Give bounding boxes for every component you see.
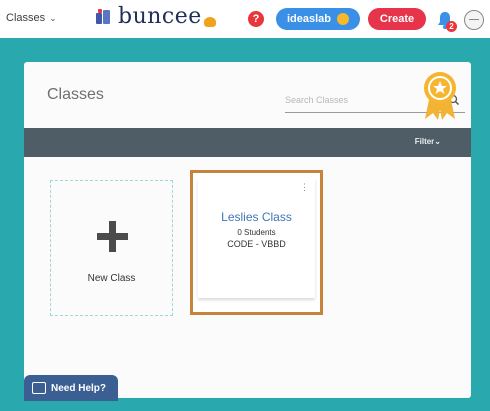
plus-icon [97,221,128,252]
classes-menu-label: Classes [6,12,46,24]
ideaslab-button[interactable]: ideaslab [276,8,360,30]
classes-panel: Classes Filter⌄ New Class [24,62,471,398]
filter-label: Filter [414,137,435,146]
page-title: Classes [47,86,104,103]
notification-count-badge: 2 [446,21,457,32]
achievement-ribbon-icon[interactable] [421,69,459,121]
top-navigation-bar: Classes ⌄ buncee ? ideaslab Create 2 [0,0,490,39]
create-button[interactable]: Create [368,8,426,30]
classes-menu-dropdown[interactable]: Classes ⌄ [6,12,57,24]
help-question-icon[interactable]: ? [248,11,264,27]
class-student-count: 0 Students [237,228,276,237]
class-code: CODE - VBBD [227,239,286,249]
ideaslab-label: ideaslab [286,13,332,25]
chat-bubble-icon [32,382,46,394]
class-card[interactable]: ⋮ Leslies Class 0 Students CODE - VBBD [190,170,323,315]
new-class-label: New Class [87,273,136,284]
buncee-wordmark: buncee [118,4,202,29]
lightbulb-icon [337,13,350,25]
filter-dropdown[interactable]: Filter⌄ [415,137,441,146]
chevron-down-icon: ⌄ [434,137,441,146]
chevron-down-icon: ⌄ [49,12,57,23]
new-class-card[interactable]: New Class [50,180,173,316]
more-options-icon[interactable]: ⋮ [300,183,309,192]
user-avatar[interactable] [464,10,484,30]
buncee-logo[interactable]: buncee [94,4,216,29]
class-card-body: ⋮ Leslies Class 0 Students CODE - VBBD [198,178,315,298]
need-help-label: Need Help? [51,382,107,394]
buncee-logo-dot-icon [203,16,216,27]
filter-bar: Filter⌄ [24,128,471,157]
main-content-area: Classes Filter⌄ New Class [0,38,490,411]
search-input[interactable] [285,90,435,110]
buncee-logo-mark-icon [96,8,110,24]
need-help-button[interactable]: Need Help? [24,375,118,401]
class-name[interactable]: Leslies Class [198,210,315,224]
